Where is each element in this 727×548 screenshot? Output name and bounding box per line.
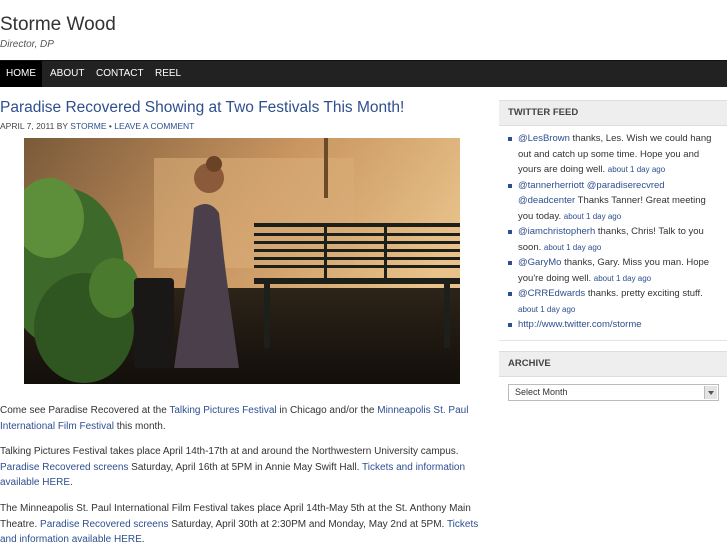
p2-text-c: . (70, 477, 73, 488)
screens-link-2[interactable]: Paradise Recovered screens (40, 519, 168, 530)
nav-about[interactable]: ABOUT (44, 61, 90, 87)
site-description: Director, DP (0, 39, 54, 50)
main-nav: HOME ABOUT CONTACT REEL (0, 60, 727, 87)
tweet-user-link[interactable]: @iamchristopherh (518, 226, 595, 237)
p1-text-c: this month. (113, 420, 166, 432)
tweet-item: @CRREdwards thanks. pretty exciting stuf… (508, 286, 718, 317)
tweet-item: @GaryMo thanks, Gary. Miss you man. Hope… (508, 255, 718, 286)
archive-month-select[interactable]: Select Month (508, 384, 719, 401)
p3-text-c: . (141, 534, 145, 545)
chevron-down-icon[interactable] (704, 386, 717, 399)
tweet-item: @tannerherriott @paradiserecvred @deadce… (508, 178, 718, 225)
archive-widget-header: ARCHIVE (499, 351, 727, 377)
tweet-time-link[interactable]: about 1 day ago (608, 165, 665, 174)
screens-link-1[interactable]: Paradise Recovered screens (0, 462, 128, 473)
leave-comment-link[interactable]: LEAVE A COMMENT (114, 121, 194, 131)
tweet-list: @LesBrown thanks, Les. Wish we could han… (508, 131, 718, 333)
post-meta: APRIL 7, 2011 BY STORME • LEAVE A COMMEN… (0, 121, 194, 131)
site-title[interactable]: Storme Wood (0, 14, 116, 36)
tweet-time-link[interactable]: about 1 day ago (544, 243, 601, 252)
post-date: APRIL 7, 2011 (0, 121, 55, 131)
nav-home[interactable]: HOME (0, 61, 42, 87)
post-paragraph-3: The Minneapolis St. Paul International F… (0, 501, 485, 548)
tweet-time-link[interactable]: about 1 day ago (594, 274, 651, 283)
tweet-text: thanks. pretty exciting stuff. (585, 288, 703, 299)
post-author-link[interactable]: STORME (70, 121, 106, 131)
post-paragraph-2: Talking Pictures Festival takes place Ap… (0, 444, 485, 491)
tweet-item: @iamchristopherh thanks, Chris! Talk to … (508, 224, 718, 255)
twitter-widget-title: TWITTER FEED (508, 107, 579, 118)
tweet-time-link[interactable]: about 1 day ago (518, 305, 575, 314)
twitter-widget: @LesBrown thanks, Les. Wish we could han… (499, 126, 727, 341)
twitter-profile-link[interactable]: http://www.twitter.com/storme (518, 319, 642, 330)
post-by: BY (56, 121, 68, 131)
meta-separator: • (108, 121, 112, 131)
tweet-time-link[interactable]: about 1 day ago (564, 212, 621, 221)
nav-contact[interactable]: CONTACT (90, 61, 150, 87)
p2-text-b: Saturday, April 16th at 5PM in Annie May… (128, 461, 363, 473)
tweet-item: @LesBrown thanks, Les. Wish we could han… (508, 131, 718, 178)
post-paragraph-1: Come see Paradise Recovered at the Talki… (0, 403, 485, 434)
p3-text-b: Saturday, April 30th at 2:30PM and Monda… (168, 518, 447, 530)
post-image (24, 138, 460, 384)
p1-text-b: in Chicago and/or the (276, 405, 378, 416)
tweet-user-link[interactable]: @LesBrown (518, 133, 570, 144)
tweet-user-link[interactable]: @GaryMo (518, 257, 561, 268)
p2-text-a: Talking Pictures Festival takes place Ap… (0, 446, 459, 457)
post-title[interactable]: Paradise Recovered Showing at Two Festiv… (0, 99, 404, 117)
twitter-widget-header: TWITTER FEED (499, 100, 727, 126)
archive-widget-title: ARCHIVE (508, 358, 551, 369)
p1-text-a: Come see Paradise Recovered at the (0, 405, 170, 416)
tweet-item: http://www.twitter.com/storme (508, 317, 718, 333)
tweet-user-link[interactable]: @CRREdwards (518, 288, 585, 299)
nav-reel[interactable]: REEL (149, 61, 187, 87)
talking-pictures-link[interactable]: Talking Pictures Festival (169, 405, 276, 416)
archive-select-value: Select Month (515, 387, 568, 397)
